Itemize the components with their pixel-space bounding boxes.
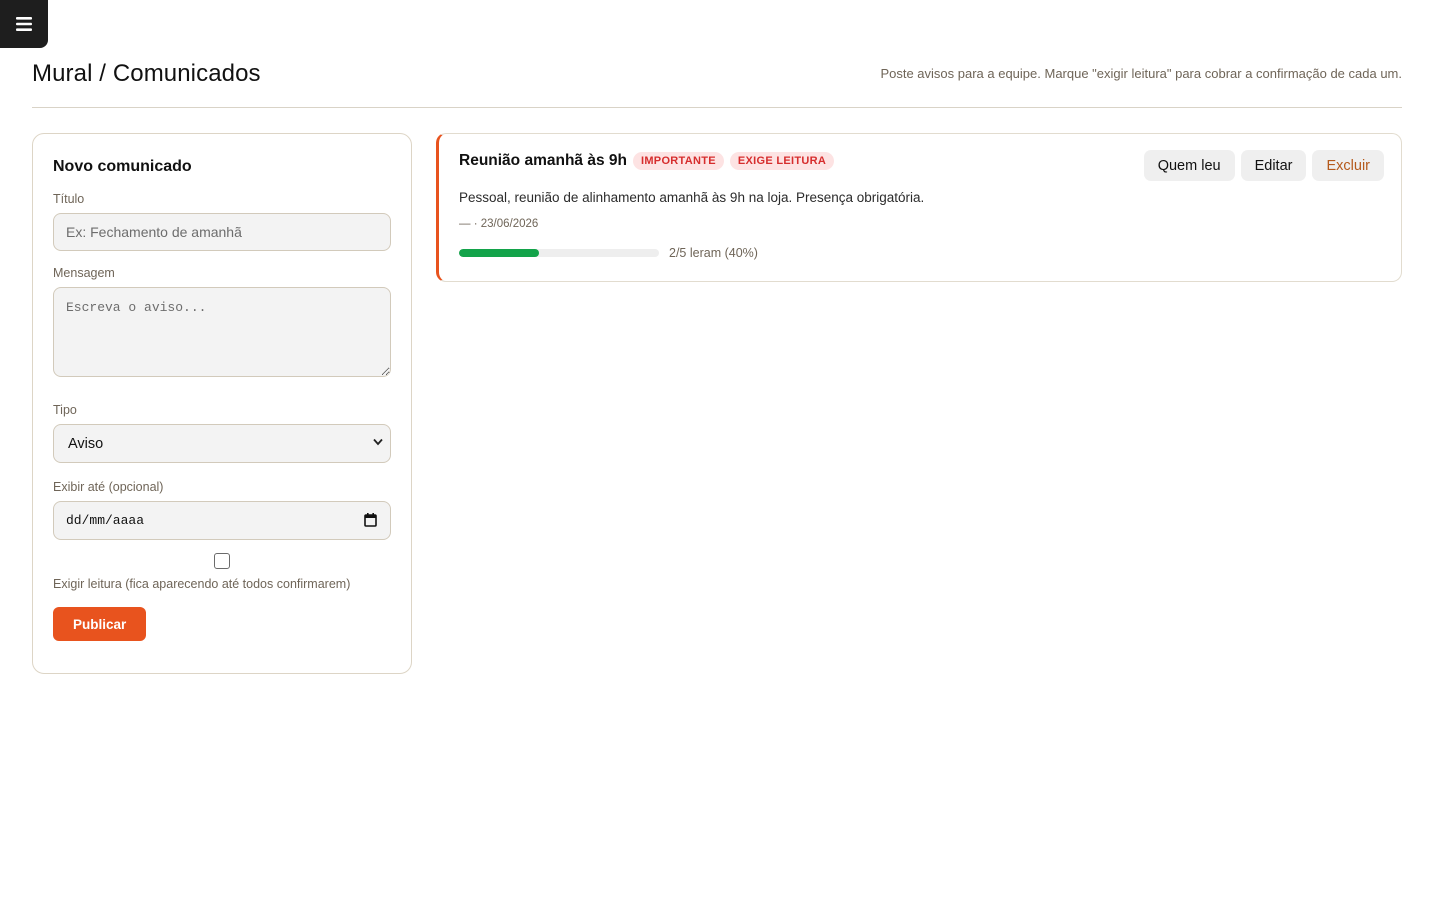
page-title: Mural / Comunicados [32,60,261,87]
display-until-date-field[interactable]: dd/mm/aaaa [53,501,391,540]
message-textarea[interactable] [53,287,391,377]
title-input[interactable] [53,213,391,251]
read-progress-fill [459,249,539,257]
type-select-value[interactable]: Aviso [53,424,391,463]
page-header: Mural / Comunicados Poste avisos para a … [32,56,1402,108]
notice-body: Pessoal, reunião de alinhamento amanhã à… [459,190,925,205]
form-title: Novo comunicado [53,158,192,175]
edit-button[interactable]: Editar [1240,150,1307,181]
notice-actions: Quem leu Editar Excluir [1143,150,1384,181]
require-read-label: Exigir leitura (fica aparecendo até todo… [53,577,351,591]
page-hint: Poste avisos para a equipe. Marque "exig… [880,66,1402,81]
read-progress: 2/5 leram (40%) [459,246,1381,260]
delete-button[interactable]: Excluir [1312,150,1384,181]
type-select[interactable]: Aviso [53,424,391,463]
display-until-label: Exibir até (opcional) [53,480,164,494]
important-badge: IMPORTANTE [632,152,724,170]
menu-button[interactable] [0,0,48,48]
publish-button[interactable]: Publicar [53,607,147,641]
hamburger-menu-icon [16,17,32,31]
notice-card: Reunião amanhã às 9h IMPORTANTE EXIGE LE… [436,133,1402,282]
message-label: Mensagem [53,266,115,280]
notice-meta: — · 23/06/2026 [459,218,539,230]
title-label: Título [53,192,85,206]
requires-read-badge: EXIGE LEITURA [729,152,835,170]
require-read-checkbox[interactable] [214,553,230,569]
new-notice-form: Novo comunicado Título Mensagem Tipo Avi… [32,133,412,674]
who-read-button[interactable]: Quem leu [1143,150,1235,181]
read-progress-text: 2/5 leram (40%) [669,246,758,260]
notice-title: Reunião amanhã às 9h [459,152,627,169]
date-input-value[interactable]: dd/mm/aaaa [53,501,391,540]
type-label: Tipo [53,403,77,417]
calendar-icon[interactable] [364,513,377,527]
read-progress-track [459,249,659,257]
